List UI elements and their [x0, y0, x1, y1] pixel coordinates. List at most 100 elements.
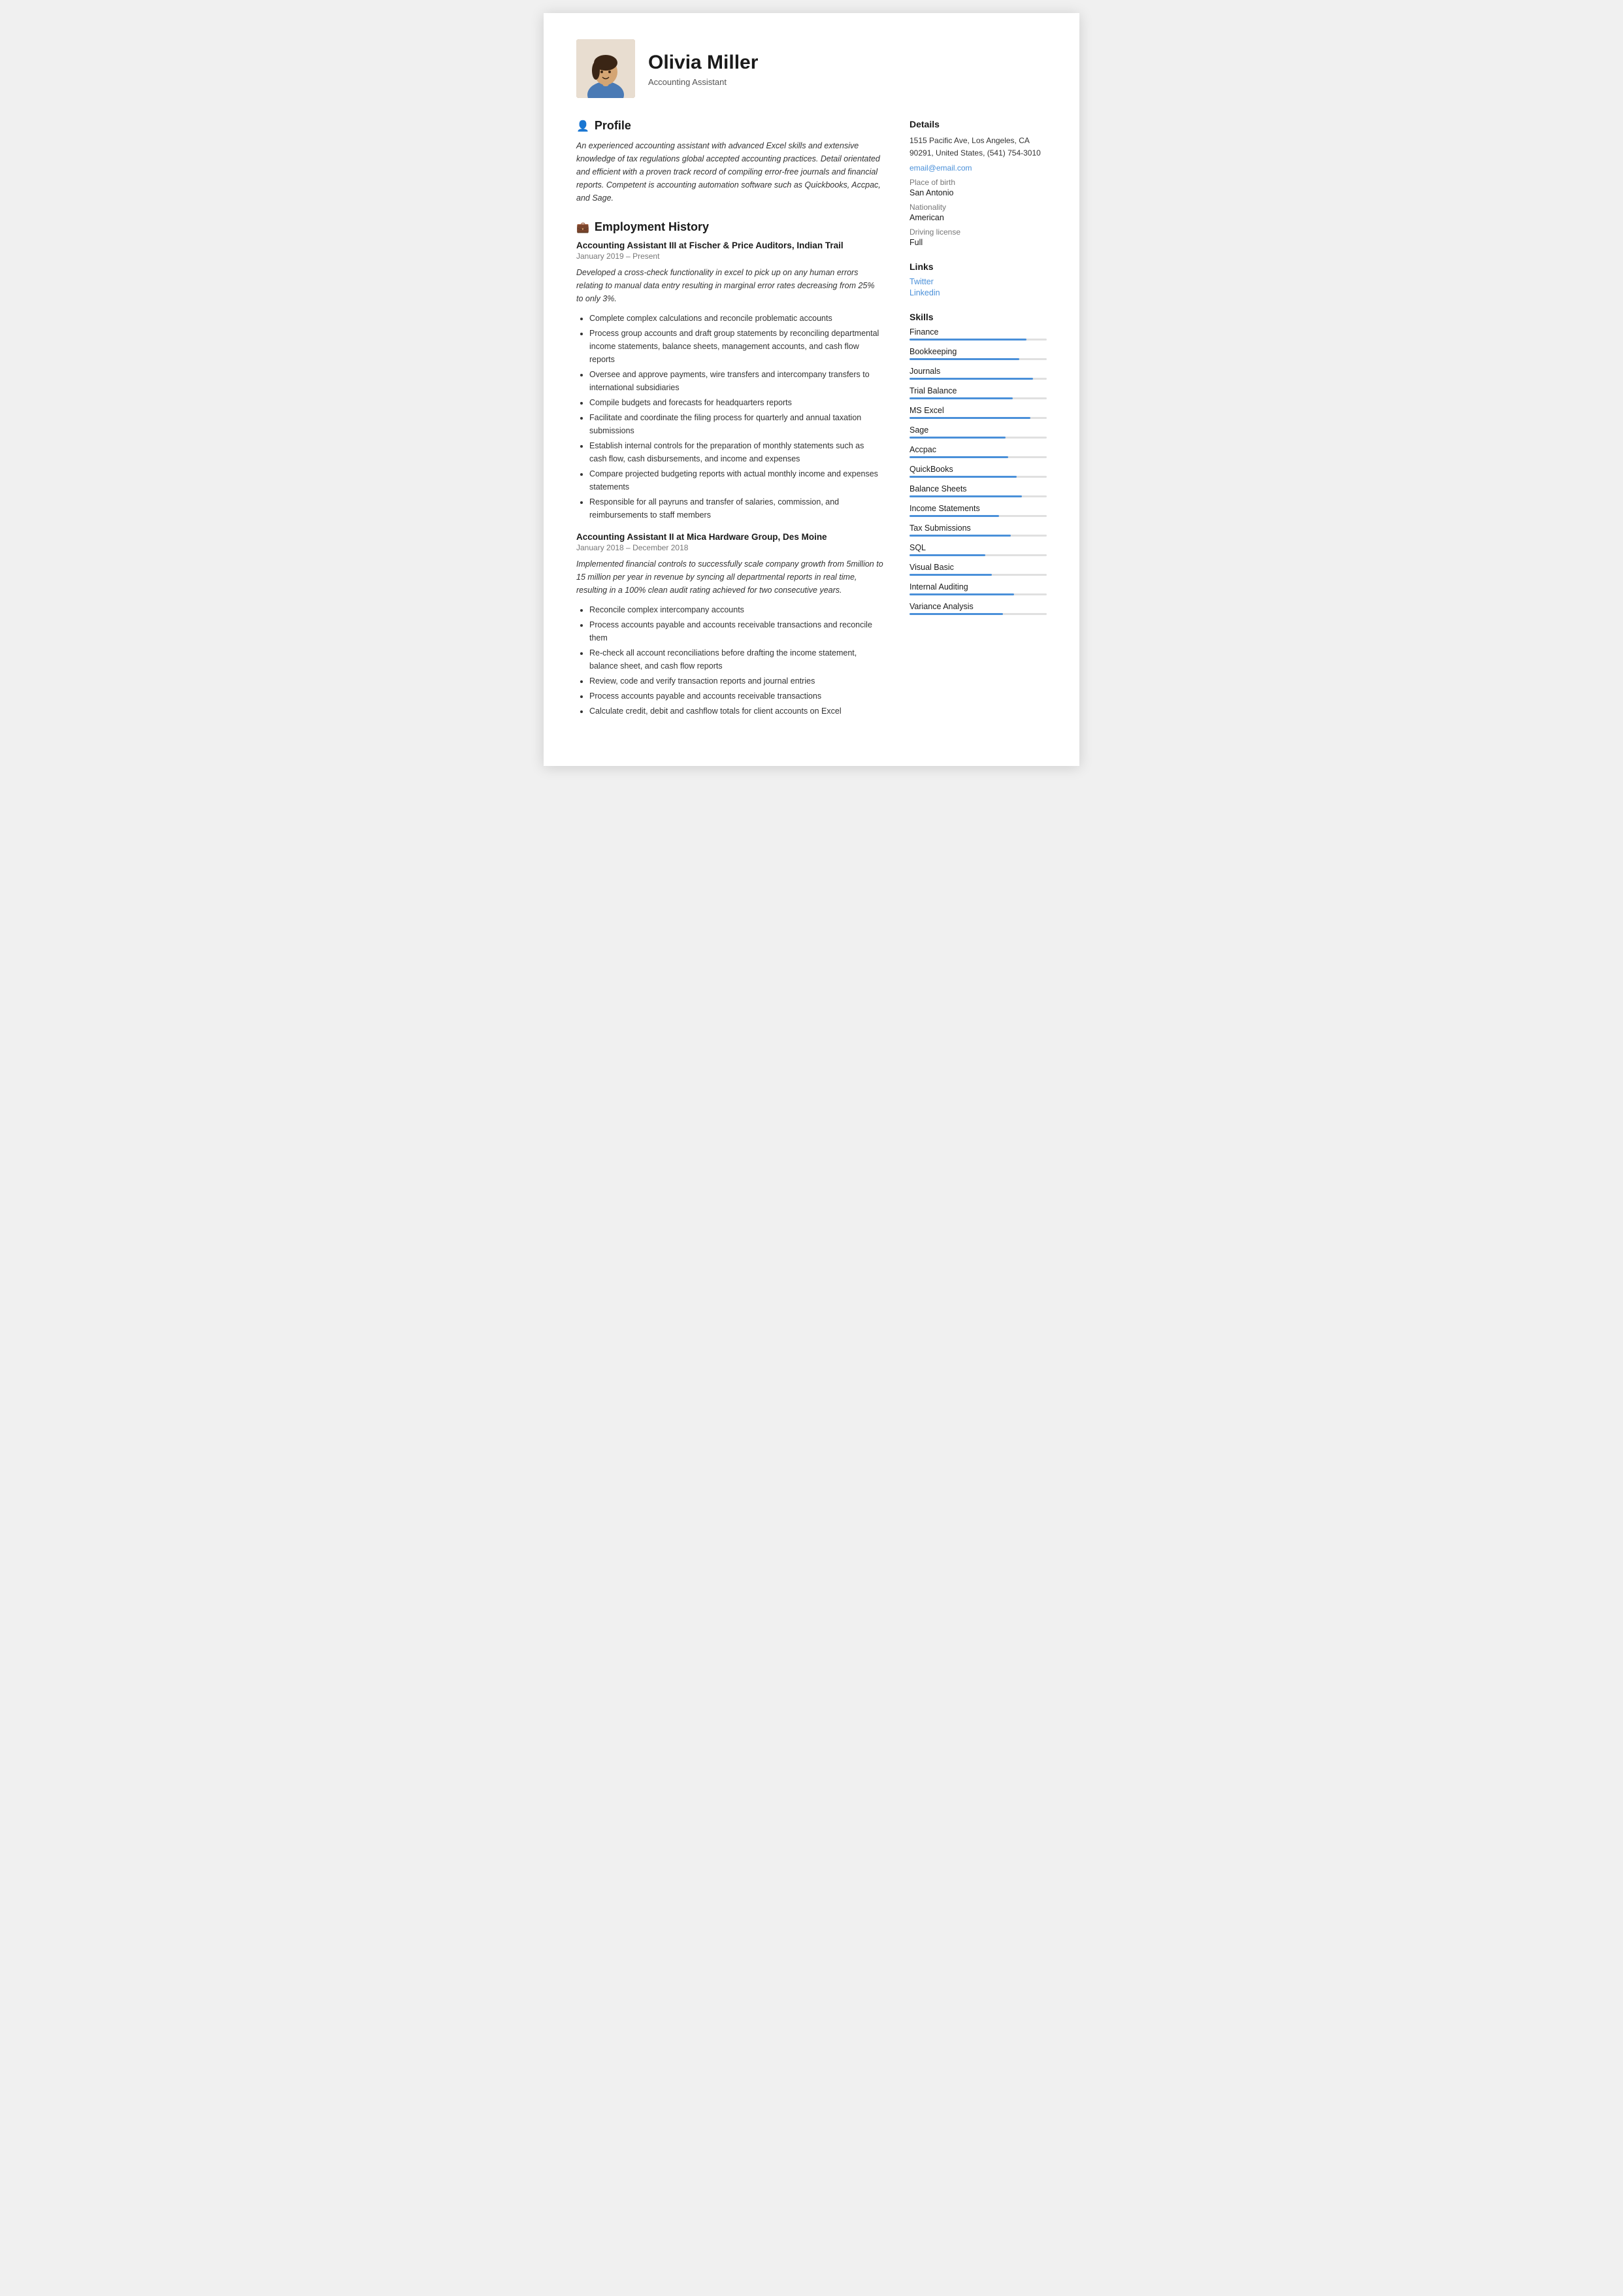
links-section: Links Twitter Linkedin — [910, 261, 1047, 297]
skill-bar-fill — [910, 554, 985, 556]
skill-bar-fill — [910, 476, 1017, 478]
skill-bar-fill — [910, 378, 1033, 380]
profile-section: 👤 Profile An experienced accounting assi… — [576, 119, 883, 205]
job-2-bullets: Reconcile complex intercompany accounts … — [576, 603, 883, 718]
skill-bar-fill — [910, 574, 992, 576]
list-item: Process accounts payable and accounts re… — [589, 690, 883, 703]
skill-accpac: Accpac — [910, 445, 1047, 458]
candidate-title: Accounting Assistant — [648, 77, 758, 87]
right-column: Details 1515 Pacific Ave, Los Angeles, C… — [910, 119, 1047, 733]
skill-bar-bg — [910, 613, 1047, 615]
avatar — [576, 39, 635, 98]
skill-bar-fill — [910, 397, 1013, 399]
left-column: 👤 Profile An experienced accounting assi… — [576, 119, 883, 733]
detail-email: email@email.com — [910, 163, 1047, 173]
candidate-name: Olivia Miller — [648, 51, 758, 75]
list-item: Establish internal controls for the prep… — [589, 439, 883, 465]
skill-ms-excel: MS Excel — [910, 406, 1047, 419]
job-1: Accounting Assistant III at Fischer & Pr… — [576, 241, 883, 522]
profile-icon: 👤 — [576, 120, 589, 133]
skill-bar-fill — [910, 515, 999, 517]
header-text: Olivia Miller Accounting Assistant — [648, 51, 758, 87]
skill-bar-fill — [910, 535, 1011, 537]
profile-text: An experienced accounting assistant with… — [576, 139, 883, 205]
skill-sql: SQL — [910, 543, 1047, 556]
skill-bar-fill — [910, 456, 1008, 458]
job-1-dates: January 2019 – Present — [576, 252, 883, 261]
list-item: Calculate credit, debit and cashflow tot… — [589, 705, 883, 718]
skill-bar-fill — [910, 417, 1030, 419]
job-2-title: Accounting Assistant II at Mica Hardware… — [576, 532, 883, 542]
driving-license-label: Driving license — [910, 227, 1047, 237]
job-1-description: Developed a cross-check functionality in… — [576, 266, 883, 305]
list-item: Compile budgets and forecasts for headqu… — [589, 396, 883, 409]
skill-bar-bg — [910, 554, 1047, 556]
skill-bar-bg — [910, 417, 1047, 419]
skill-bar-bg — [910, 456, 1047, 458]
skill-quickbooks: QuickBooks — [910, 465, 1047, 478]
linkedin-link[interactable]: Linkedin — [910, 288, 1047, 297]
skill-sage: Sage — [910, 425, 1047, 439]
job-1-bullets: Complete complex calculations and reconc… — [576, 312, 883, 522]
skill-finance: Finance — [910, 327, 1047, 341]
list-item: Oversee and approve payments, wire trans… — [589, 368, 883, 394]
place-of-birth-value: San Antonio — [910, 188, 1047, 197]
skill-bar-fill — [910, 613, 1003, 615]
skill-bar-bg — [910, 515, 1047, 517]
skill-bar-bg — [910, 397, 1047, 399]
detail-address: 1515 Pacific Ave, Los Angeles, CA 90291,… — [910, 135, 1047, 159]
list-item: Compare projected budgeting reports with… — [589, 467, 883, 493]
skill-variance-analysis: Variance Analysis — [910, 602, 1047, 615]
skill-bar-fill — [910, 495, 1022, 497]
skill-bar-bg — [910, 358, 1047, 360]
skill-bar-bg — [910, 574, 1047, 576]
list-item: Facilitate and coordinate the filing pro… — [589, 411, 883, 437]
nationality-label: Nationality — [910, 203, 1047, 212]
job-2-dates: January 2018 – December 2018 — [576, 543, 883, 552]
resume-page: Olivia Miller Accounting Assistant 👤 Pro… — [544, 13, 1079, 766]
details-title: Details — [910, 119, 1047, 129]
profile-section-title: 👤 Profile — [576, 119, 883, 133]
list-item: Reconcile complex intercompany accounts — [589, 603, 883, 616]
skill-bar-bg — [910, 378, 1047, 380]
skills-title: Skills — [910, 312, 1047, 322]
links-title: Links — [910, 261, 1047, 272]
header: Olivia Miller Accounting Assistant — [576, 39, 1047, 98]
skill-balance-sheets: Balance Sheets — [910, 484, 1047, 497]
skill-trial-balance: Trial Balance — [910, 386, 1047, 399]
skill-income-statements: Income Statements — [910, 504, 1047, 517]
list-item: Complete complex calculations and reconc… — [589, 312, 883, 325]
skill-bar-fill — [910, 593, 1014, 595]
driving-license-value: Full — [910, 238, 1047, 247]
list-item: Re-check all account reconciliations bef… — [589, 646, 883, 673]
employment-section-title: 💼 Employment History — [576, 220, 883, 234]
list-item: Review, code and verify transaction repo… — [589, 674, 883, 688]
skill-bar-fill — [910, 437, 1006, 439]
skill-bar-fill — [910, 358, 1019, 360]
body-columns: 👤 Profile An experienced accounting assi… — [576, 119, 1047, 733]
list-item: Process group accounts and draft group s… — [589, 327, 883, 366]
place-of-birth-label: Place of birth — [910, 178, 1047, 187]
skill-bar-bg — [910, 339, 1047, 341]
skill-bar-bg — [910, 535, 1047, 537]
employment-section: 💼 Employment History Accounting Assistan… — [576, 220, 883, 718]
skill-tax-submissions: Tax Submissions — [910, 524, 1047, 537]
skills-section: Skills Finance Bookkeeping Journals Tria… — [910, 312, 1047, 615]
skill-internal-auditing: Internal Auditing — [910, 582, 1047, 595]
skill-bar-bg — [910, 476, 1047, 478]
skill-bar-bg — [910, 437, 1047, 439]
list-item: Process accounts payable and accounts re… — [589, 618, 883, 644]
skill-bar-fill — [910, 339, 1026, 341]
employment-icon: 💼 — [576, 221, 589, 234]
skill-visual-basic: Visual Basic — [910, 563, 1047, 576]
job-2-description: Implemented financial controls to succes… — [576, 557, 883, 597]
job-2: Accounting Assistant II at Mica Hardware… — [576, 532, 883, 718]
nationality-value: American — [910, 213, 1047, 222]
skill-journals: Journals — [910, 367, 1047, 380]
skill-bookkeeping: Bookkeeping — [910, 347, 1047, 360]
job-1-title: Accounting Assistant III at Fischer & Pr… — [576, 241, 883, 250]
twitter-link[interactable]: Twitter — [910, 277, 1047, 286]
skill-bar-bg — [910, 495, 1047, 497]
skill-bar-bg — [910, 593, 1047, 595]
details-section: Details 1515 Pacific Ave, Los Angeles, C… — [910, 119, 1047, 247]
